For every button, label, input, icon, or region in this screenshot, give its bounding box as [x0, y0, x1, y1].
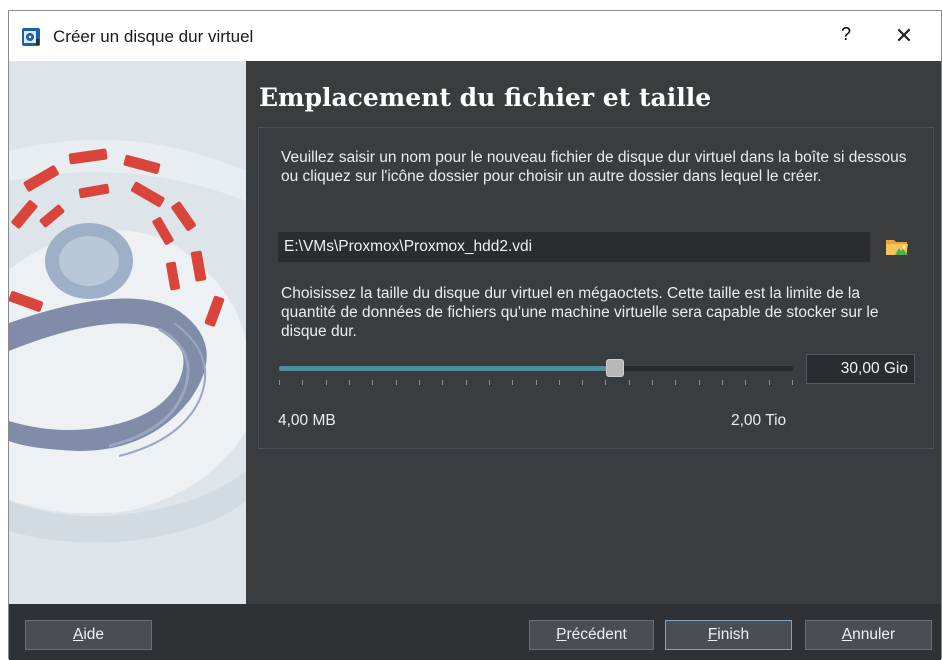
button-bar: Aide Précédent Finish Annuler	[9, 604, 941, 660]
disk-size-input[interactable]	[806, 354, 915, 384]
slider-tick	[536, 380, 537, 385]
page-title: Emplacement du fichier et taille	[259, 83, 712, 112]
wizard-illustration	[9, 61, 246, 604]
slider-tick	[582, 380, 583, 385]
size-description: Choisissez la taille du disque dur virtu…	[281, 285, 879, 340]
slider-tick	[745, 380, 746, 385]
slider-tick	[279, 380, 280, 385]
slider-tick	[302, 380, 303, 385]
hard-disk-illustration	[9, 61, 246, 604]
help-button[interactable]: Aide	[25, 620, 152, 650]
slider-tick	[466, 380, 467, 385]
slider-tick	[675, 380, 676, 385]
disk-size-slider[interactable]	[279, 353, 793, 393]
window-title: Créer un disque dur virtuel	[53, 27, 254, 46]
slider-tick	[372, 380, 373, 385]
previous-label-rest: récédent	[566, 626, 627, 643]
slider-tick	[489, 380, 490, 385]
finish-mnemonic: F	[707, 626, 718, 643]
create-virtual-disk-dialog: Créer un disque dur virtuel ? ✕ Emplacem…	[8, 10, 942, 660]
cancel-button[interactable]: Annuler	[805, 620, 932, 650]
slider-tick	[652, 380, 653, 385]
slider-tick	[769, 380, 770, 385]
slider-tick	[629, 380, 630, 385]
slider-tick	[419, 380, 420, 385]
slider-tick	[605, 380, 606, 385]
previous-button[interactable]: Précédent	[529, 620, 654, 650]
slider-max-label: 2,00 Tio	[731, 412, 787, 429]
help-label-rest: ide	[83, 626, 105, 643]
slider-tick	[559, 380, 560, 385]
file-path-input[interactable]	[278, 232, 870, 262]
finish-label-rest: inish	[717, 626, 750, 643]
location-size-group: Veuillez saisir un nom pour le nouveau f…	[258, 127, 934, 449]
slider-tick	[396, 380, 397, 385]
help-icon[interactable]: ?	[834, 24, 858, 48]
slider-tick	[349, 380, 350, 385]
virtualbox-disk-icon	[22, 28, 40, 46]
slider-tick	[512, 380, 513, 385]
cancel-mnemonic: A	[841, 626, 853, 643]
slider-tick	[722, 380, 723, 385]
title-bar: Créer un disque dur virtuel ? ✕	[9, 11, 941, 61]
help-mnemonic: A	[72, 626, 84, 643]
close-icon[interactable]: ✕	[889, 23, 919, 49]
slider-tick	[792, 380, 793, 385]
slider-tick	[699, 380, 700, 385]
slider-ticks	[279, 380, 793, 386]
slider-tick	[326, 380, 327, 385]
slider-min-label: 4,00 MB	[278, 412, 336, 429]
slider-handle[interactable]	[606, 359, 624, 377]
slider-fill	[279, 366, 615, 371]
location-description: Veuillez saisir un nom pour le nouveau f…	[281, 149, 907, 185]
finish-button[interactable]: Finish	[665, 620, 792, 650]
wizard-page: Emplacement du fichier et taille Veuille…	[246, 61, 941, 604]
folder-open-icon[interactable]	[883, 233, 911, 261]
slider-tick	[442, 380, 443, 385]
cancel-label-rest: nnuler	[852, 626, 896, 643]
previous-mnemonic: P	[556, 626, 567, 643]
